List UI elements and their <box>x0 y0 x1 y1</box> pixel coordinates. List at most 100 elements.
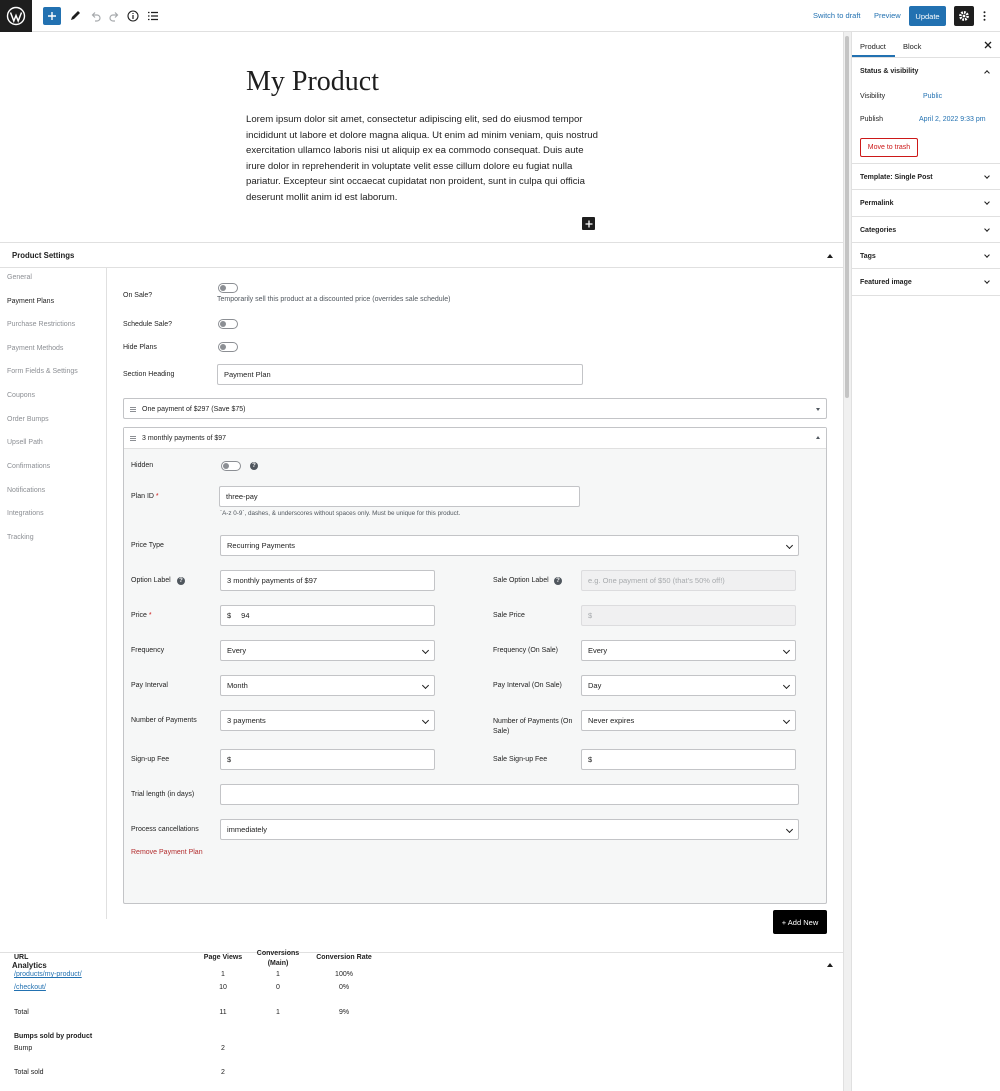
help-icon[interactable]: ? <box>177 577 185 585</box>
nav-purchase-restrictions[interactable]: Purchase Restrictions <box>7 321 75 328</box>
publish-date-value[interactable]: April 2, 2022 9:33 pm <box>919 116 986 123</box>
nav-payment-plans[interactable]: Payment Plans <box>7 298 54 305</box>
analytics-url-link[interactable]: /products/my-product/ <box>14 971 82 978</box>
template-panel[interactable]: Template: Single Post <box>852 164 1000 190</box>
total-rate: 9% <box>338 1009 350 1016</box>
featured-image-panel[interactable]: Featured image <box>852 269 1000 296</box>
sale-option-label-input[interactable]: e.g. One payment of $50 (that's 50% off!… <box>581 570 796 591</box>
settings-gear-icon[interactable] <box>954 6 974 26</box>
help-icon[interactable]: ? <box>250 462 258 470</box>
categories-panel[interactable]: Categories <box>852 217 1000 243</box>
hidden-toggle[interactable] <box>221 461 241 471</box>
collapse-caret-icon[interactable] <box>816 436 820 439</box>
permalink-panel[interactable]: Permalink <box>852 190 1000 217</box>
remove-payment-plan-link[interactable]: Remove Payment Plan <box>131 849 203 856</box>
rate-cell: 0% <box>338 984 350 991</box>
chevron-down-icon <box>984 252 990 258</box>
scrollbar-thumb[interactable] <box>845 36 849 398</box>
status-visibility-title[interactable]: Status & visibility <box>860 68 918 75</box>
inline-add-block-icon[interactable] <box>582 217 595 230</box>
num-payments-sale-label: Number of Payments (On Sale) <box>493 718 573 735</box>
post-title[interactable]: My Product <box>246 66 379 98</box>
drag-handle-icon[interactable] <box>130 407 136 412</box>
num-payments-sale-select[interactable]: Never expires <box>581 710 796 731</box>
sale-signup-fee-input[interactable]: $ <box>581 749 796 770</box>
hide-plans-toggle[interactable] <box>218 342 238 352</box>
views-cell: 1 <box>221 971 225 978</box>
process-cancellations-label: Process cancellations <box>131 826 199 833</box>
analytics-url-link[interactable]: /checkout/ <box>14 984 46 991</box>
editor-top-bar: Switch to draft Preview Update <box>0 0 1000 32</box>
analytics-header[interactable]: Analytics <box>0 952 843 976</box>
price-type-select[interactable]: Recurring Payments <box>220 535 799 556</box>
conversions-cell: 0 <box>276 984 280 991</box>
redo-icon[interactable] <box>104 6 124 26</box>
process-cancellations-select[interactable]: immediately <box>220 819 799 840</box>
nav-integrations[interactable]: Integrations <box>7 510 44 517</box>
pencil-tools-icon[interactable] <box>65 6 85 26</box>
total-label: Total <box>14 1009 29 1016</box>
expand-caret-icon[interactable] <box>816 408 820 411</box>
info-icon[interactable] <box>123 6 143 26</box>
wordpress-logo-icon[interactable] <box>0 0 32 32</box>
pay-interval-select[interactable]: Month <box>220 675 435 696</box>
publish-label: Publish <box>860 116 883 123</box>
total-sold-value: 2 <box>221 1069 225 1076</box>
sale-price-input[interactable]: $ <box>581 605 796 626</box>
nav-order-bumps[interactable]: Order Bumps <box>7 416 49 423</box>
collapse-caret-icon[interactable] <box>827 254 833 258</box>
preview-link[interactable]: Preview <box>874 11 901 20</box>
frequency-sale-select[interactable]: Every <box>581 640 796 661</box>
nav-form-fields[interactable]: Form Fields & Settings <box>7 368 78 375</box>
on-sale-label: On Sale? <box>123 292 153 299</box>
pay-interval-sale-select[interactable]: Day <box>581 675 796 696</box>
num-payments-label: Number of Payments <box>131 717 197 724</box>
signup-fee-input[interactable]: $ <box>220 749 435 770</box>
nav-general[interactable]: General <box>7 274 32 281</box>
settings-sidebar: Product Block Status & visibility Visibi… <box>851 32 1000 1091</box>
visibility-label: Visibility <box>860 93 886 100</box>
nav-upsell-path[interactable]: Upsell Path <box>7 439 43 446</box>
num-payments-select[interactable]: 3 payments <box>220 710 435 731</box>
on-sale-toggle[interactable] <box>218 283 238 293</box>
price-input[interactable]: $94 <box>220 605 435 626</box>
payment-plan-header[interactable]: 3 monthly payments of $97 <box>124 428 826 449</box>
payment-plan-item[interactable]: One payment of $297 (Save $75) <box>123 398 827 419</box>
section-heading-input[interactable]: Payment Plan <box>217 364 583 385</box>
categories-title: Categories <box>860 227 897 234</box>
add-block-button[interactable] <box>43 7 61 25</box>
trial-length-input[interactable] <box>220 784 799 805</box>
chevron-up-icon[interactable] <box>984 70 990 76</box>
currency-prefix: $ <box>588 611 593 620</box>
option-label-input[interactable]: 3 monthly payments of $97 <box>220 570 435 591</box>
list-view-icon[interactable] <box>143 6 163 26</box>
plan-id-input[interactable]: three-pay <box>219 486 580 507</box>
tab-product[interactable]: Product <box>860 42 886 51</box>
drag-handle-icon[interactable] <box>130 436 136 441</box>
nav-coupons[interactable]: Coupons <box>7 392 35 399</box>
help-icon[interactable]: ? <box>554 577 562 585</box>
post-paragraph[interactable]: Lorem ipsum dolor sit amet, consectetur … <box>246 112 598 206</box>
close-icon[interactable] <box>984 41 992 51</box>
update-button[interactable]: Update <box>909 6 946 26</box>
nav-notifications[interactable]: Notifications <box>7 487 45 494</box>
nav-tracking[interactable]: Tracking <box>7 534 34 541</box>
undo-icon[interactable] <box>85 6 105 26</box>
currency-prefix: $ <box>588 755 593 764</box>
col-conversions: Conversions (Main) <box>256 950 300 967</box>
frequency-select[interactable]: Every <box>220 640 435 661</box>
tags-panel[interactable]: Tags <box>852 243 1000 269</box>
move-to-trash-button[interactable]: Move to trash <box>860 138 918 157</box>
switch-to-draft-link[interactable]: Switch to draft <box>813 11 861 20</box>
product-settings-header[interactable]: Product Settings <box>0 242 843 268</box>
chevron-down-icon <box>421 716 430 725</box>
tab-block[interactable]: Block <box>903 42 921 51</box>
nav-confirmations[interactable]: Confirmations <box>7 463 50 470</box>
visibility-value[interactable]: Public <box>923 93 942 100</box>
nav-payment-methods[interactable]: Payment Methods <box>7 345 63 352</box>
collapse-caret-icon[interactable] <box>827 963 833 967</box>
more-options-icon[interactable] <box>978 6 990 26</box>
add-new-plan-button[interactable]: + Add New <box>773 910 827 934</box>
schedule-sale-toggle[interactable] <box>218 319 238 329</box>
plan-id-label: Plan ID * <box>131 493 159 500</box>
